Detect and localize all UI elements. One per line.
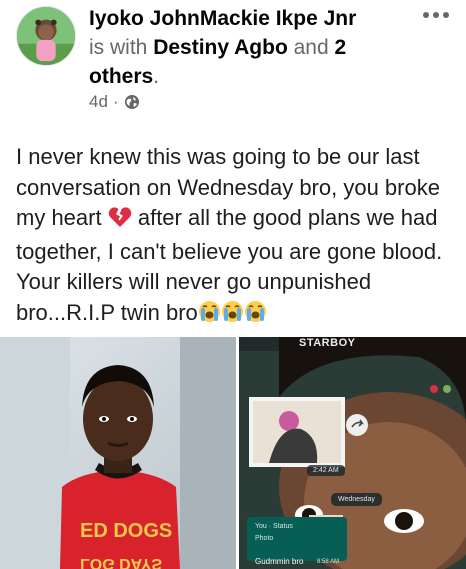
chat-date-label: Wednesday xyxy=(331,493,382,506)
photo-portrait[interactable]: ED DOGS LOG DAYS xyxy=(0,337,236,569)
avatar-image xyxy=(17,7,75,65)
loudly-crying-face-icon xyxy=(244,300,267,332)
photo-chat-screenshot[interactable]: STARBOY 2:42 AM Wednesday You · Status P… xyxy=(239,337,466,569)
author-name-link[interactable]: Iyoko JohnMackie Ikpe Jnr xyxy=(89,7,356,30)
author-line: Iyoko JohnMackie Ikpe Jnr is with Destin… xyxy=(89,4,409,91)
chat-message-text: Gudmmin bro xyxy=(255,557,304,566)
with-text: is with xyxy=(89,36,148,59)
shirt-text: ED DOGS xyxy=(80,520,172,542)
more-options-icon[interactable] xyxy=(420,4,452,26)
chat-title: STARBOY xyxy=(299,337,356,349)
post-header: Iyoko JohnMackie Ikpe Jnr is with Destin… xyxy=(0,0,466,120)
dot xyxy=(433,12,439,18)
and-text: and xyxy=(293,36,329,59)
globe-icon[interactable] xyxy=(124,94,140,110)
author-avatar[interactable] xyxy=(16,6,76,66)
status-photo-label: Photo xyxy=(255,535,274,542)
loudly-crying-face-icon xyxy=(198,300,221,332)
svg-text:LOG DAYS: LOG DAYS xyxy=(80,555,162,569)
meta-separator: · xyxy=(112,92,119,111)
broken-heart-icon xyxy=(108,206,132,237)
post-timestamp[interactable]: 4d xyxy=(89,92,108,112)
dot xyxy=(443,12,449,18)
chat-time-label: 2:42 AM xyxy=(307,465,345,476)
post-body-text: I never knew this was going to be our la… xyxy=(16,142,456,331)
loudly-crying-face-icon xyxy=(221,300,244,332)
dot xyxy=(423,12,429,18)
post-meta: 4d · xyxy=(89,92,140,112)
tagged-person-link[interactable]: Destiny Agbo xyxy=(153,36,288,59)
chat-message-time: 8:58 AM xyxy=(317,559,340,565)
period-text: . xyxy=(153,65,160,88)
status-from-label: You · Status xyxy=(255,523,293,530)
